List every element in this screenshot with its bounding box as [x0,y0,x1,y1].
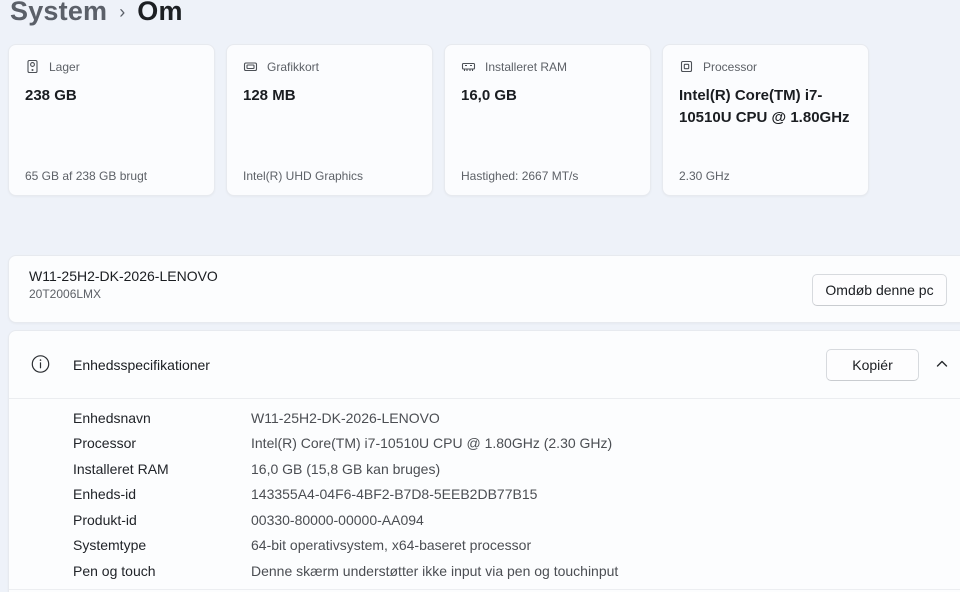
spec-label: Pen og touch [73,562,156,579]
gpu-icon [243,59,258,74]
spec-row-device-id: Enheds-id 143355A4-04F6-4BF2-B7D8-5EEB2D… [73,482,951,508]
spec-row-pen-touch: Pen og touch Denne skærm understøtter ik… [73,558,951,584]
info-icon [31,354,50,373]
spec-label: Produkt-id [73,511,137,528]
ram-card: Installeret RAM 16,0 GB Hastighed: 2667 … [444,44,651,196]
spec-label: Enhedsnavn [73,409,151,426]
device-name-row: W11-25H2-DK-2026-LENOVO 20T2006LMX Omdøb… [8,255,960,323]
spec-row-system-type: Systemtype 64-bit operativsystem, x64-ba… [73,533,951,559]
storage-card-value: 238 GB [25,87,77,104]
device-specs-panel: Enhedsspecifikationer Kopiér Enhedsnavn … [8,330,960,592]
device-model: 20T2006LMX [29,287,102,301]
spec-label: Processor [73,435,137,452]
cpu-icon [679,59,694,74]
spec-label: Installeret RAM [73,460,169,477]
breadcrumb: System › Om [10,0,183,27]
storage-card: Lager 238 GB 65 GB af 238 GB brugt [8,44,215,196]
divider [9,398,960,399]
divider [9,589,960,590]
ram-card-value: 16,0 GB [461,87,517,104]
ram-card-footer: Hastighed: 2667 MT/s [461,169,579,183]
spec-value: 64-bit operativsystem, x64-baseret proce… [251,537,532,554]
device-name: W11-25H2-DK-2026-LENOVO [29,268,218,284]
spec-value: W11-25H2-DK-2026-LENOVO [251,409,440,426]
gpu-card-value: 128 MB [243,87,296,104]
storage-card-label: Lager [49,59,80,74]
spec-value: 16,0 GB (15,8 GB kan bruges) [251,460,441,477]
storage-icon [25,59,40,74]
cpu-card-value: Intel(R) Core(TM) i7-10510U CPU @ 1.80GH… [679,87,850,126]
spec-value: 00330-80000-00000-AA094 [251,511,424,528]
spec-value: 143355A4-04F6-4BF2-B7D8-5EEB2DB77B15 [251,486,538,503]
ram-card-label: Installeret RAM [485,59,568,74]
cpu-card: Processor Intel(R) Core(TM) i7-10510U CP… [662,44,869,196]
gpu-card-footer: Intel(R) UHD Graphics [243,169,364,183]
spec-value: Intel(R) Core(TM) i7-10510U CPU @ 1.80GH… [251,435,613,452]
spec-row-device-name: Enhedsnavn W11-25H2-DK-2026-LENOVO [73,405,951,431]
spec-row-installed-ram: Installeret RAM 16,0 GB (15,8 GB kan bru… [73,456,951,482]
chevron-up-icon[interactable] [935,357,949,371]
spec-row-processor: Processor Intel(R) Core(TM) i7-10510U CP… [73,431,951,457]
breadcrumb-system[interactable]: System [10,0,107,27]
spec-label: Systemtype [73,537,147,554]
page-title: Om [137,0,183,26]
storage-card-footer: 65 GB af 238 GB brugt [25,169,148,183]
rename-pc-button[interactable]: Omdøb denne pc [812,274,947,306]
spec-label: Enheds-id [73,486,137,503]
spec-value: Denne skærm understøtter ikke input via … [251,562,619,579]
cpu-card-footer: 2.30 GHz [679,169,730,183]
gpu-card: Grafikkort 128 MB Intel(R) UHD Graphics [226,44,433,196]
copy-button[interactable]: Kopiér [826,349,919,381]
spec-row-product-id: Produkt-id 00330-80000-00000-AA094 [73,507,951,533]
device-specs-expander-header[interactable]: Enhedsspecifikationer Kopiér [9,331,960,398]
device-specs-title: Enhedsspecifikationer [73,356,210,373]
spec-list: Enhedsnavn W11-25H2-DK-2026-LENOVO Proce… [73,405,951,584]
cpu-card-label: Processor [703,59,758,74]
chevron-right-icon: › [119,2,126,22]
gpu-card-label: Grafikkort [267,59,320,74]
ram-icon [461,59,476,74]
summary-cards: Lager 238 GB 65 GB af 238 GB brugt Grafi… [8,44,869,196]
